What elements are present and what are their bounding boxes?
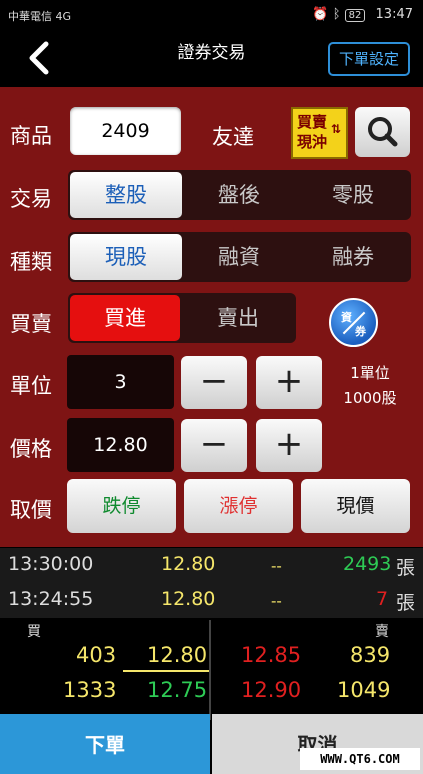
unit-info: 1單位 1000股 (330, 361, 410, 411)
carrier-label: 中華電信 4G (8, 10, 72, 23)
unit-info-line2: 1000股 (343, 389, 397, 407)
bid-price: 12.75 (147, 678, 208, 702)
ask-header: 賣 (375, 624, 389, 640)
tick-change: -- (271, 592, 282, 610)
price-label: 價格 (10, 437, 52, 461)
sell-button[interactable]: 賣出 (183, 293, 293, 343)
ask-price: 12.85 (241, 643, 302, 667)
status-bar: 中華電信 4G ⏰ ᛒ 82 13:47 (0, 0, 423, 30)
order-setting-button[interactable]: 下單設定 (328, 42, 410, 76)
toggle-label-b: 券 (355, 325, 366, 338)
unit-minus-button[interactable]: − (181, 356, 247, 409)
limit-down-button[interactable]: 跌停 (67, 479, 176, 533)
product-label: 商品 (10, 124, 52, 148)
place-order-button[interactable]: 下單 (0, 714, 210, 774)
trade-ticks: 13:30:00 12.80 -- 2493 張 13:24:55 12.80 … (0, 548, 423, 618)
tick-row: 13:30:00 12.80 -- 2493 張 (0, 548, 423, 582)
side-segment: 買進 賣出 (68, 293, 296, 343)
type-option-short[interactable]: 融券 (296, 232, 410, 282)
trade-option-odd-lot[interactable]: 零股 (296, 170, 410, 220)
toggle-label-a: 資 (341, 311, 352, 324)
tick-price: 12.80 (161, 588, 216, 610)
buy-button[interactable]: 買進 (70, 295, 180, 341)
tick-volume: 2493 (343, 553, 392, 575)
unit-input[interactable]: 3 (67, 355, 174, 409)
order-book: 買 賣 403 12.80 12.85 839 1333 12.75 12.90… (0, 618, 423, 720)
search-button[interactable] (355, 107, 410, 157)
bluetooth-icon: ᛒ (332, 7, 341, 22)
daytrade-button[interactable]: 買賣 現沖 ⇅ (291, 107, 348, 159)
side-label: 買賣 (10, 312, 52, 336)
limit-up-button[interactable]: 漲停 (184, 479, 293, 533)
price-plus-button[interactable]: + (256, 419, 322, 472)
price-input[interactable]: 12.80 (67, 418, 174, 472)
tick-time: 13:24:55 (8, 588, 94, 610)
ask-price: 12.90 (241, 678, 302, 702)
unit-plus-button[interactable]: + (256, 356, 322, 409)
type-label: 種類 (10, 250, 52, 274)
tick-price: 12.80 (161, 553, 216, 575)
type-option-cash[interactable]: 現股 (70, 234, 182, 280)
tick-time: 13:30:00 (8, 553, 94, 575)
product-code-input[interactable]: 2409 (70, 107, 181, 155)
watermark: WWW.QT6.COM (300, 748, 420, 770)
tick-volume: 7 (376, 588, 389, 610)
margin-short-toggle[interactable]: 資 券 (329, 298, 378, 347)
price-minus-button[interactable]: − (181, 419, 247, 472)
book-divider (209, 620, 211, 720)
unit-label: 單位 (10, 374, 52, 398)
ask-qty: 1049 (337, 678, 391, 702)
alarm-icon: ⏰ (312, 7, 329, 22)
updown-arrow-icon: ⇅ (330, 122, 341, 136)
quick-price-label: 取價 (10, 498, 52, 522)
current-price-button[interactable]: 現價 (301, 479, 410, 533)
battery-icon: 82 (344, 9, 366, 22)
clock: 13:47 (375, 7, 413, 22)
tick-row: 13:24:55 12.80 -- 7 張 (0, 583, 423, 617)
tick-unit: 張 (396, 557, 416, 579)
bid-header: 買 (27, 624, 41, 640)
tick-change: -- (271, 557, 282, 575)
search-icon (368, 117, 398, 147)
unit-info-line1: 1單位 (350, 364, 390, 382)
title-bar: 證券交易 下單設定 (0, 30, 423, 87)
trade-label: 交易 (10, 187, 52, 211)
bid-qty: 403 (76, 643, 117, 667)
status-right: ⏰ ᛒ 82 13:47 (312, 7, 413, 22)
trade-option-after-hours[interactable]: 盤後 (182, 170, 296, 220)
order-panel: 商品 2409 友達 買賣 現沖 ⇅ 交易 整股 盤後 零股 種類 現股 融資 … (0, 87, 423, 547)
trade-option-board-lot[interactable]: 整股 (70, 172, 182, 218)
tick-unit: 張 (396, 592, 416, 614)
trade-segment: 整股 盤後 零股 (68, 170, 411, 220)
bid-qty: 1333 (63, 678, 117, 702)
current-price-underline (123, 670, 209, 672)
type-option-margin[interactable]: 融資 (182, 232, 296, 282)
ask-qty: 839 (350, 643, 391, 667)
bid-price: 12.80 (147, 643, 208, 667)
product-name: 友達 (212, 125, 254, 149)
type-segment: 現股 融資 融券 (68, 232, 411, 282)
